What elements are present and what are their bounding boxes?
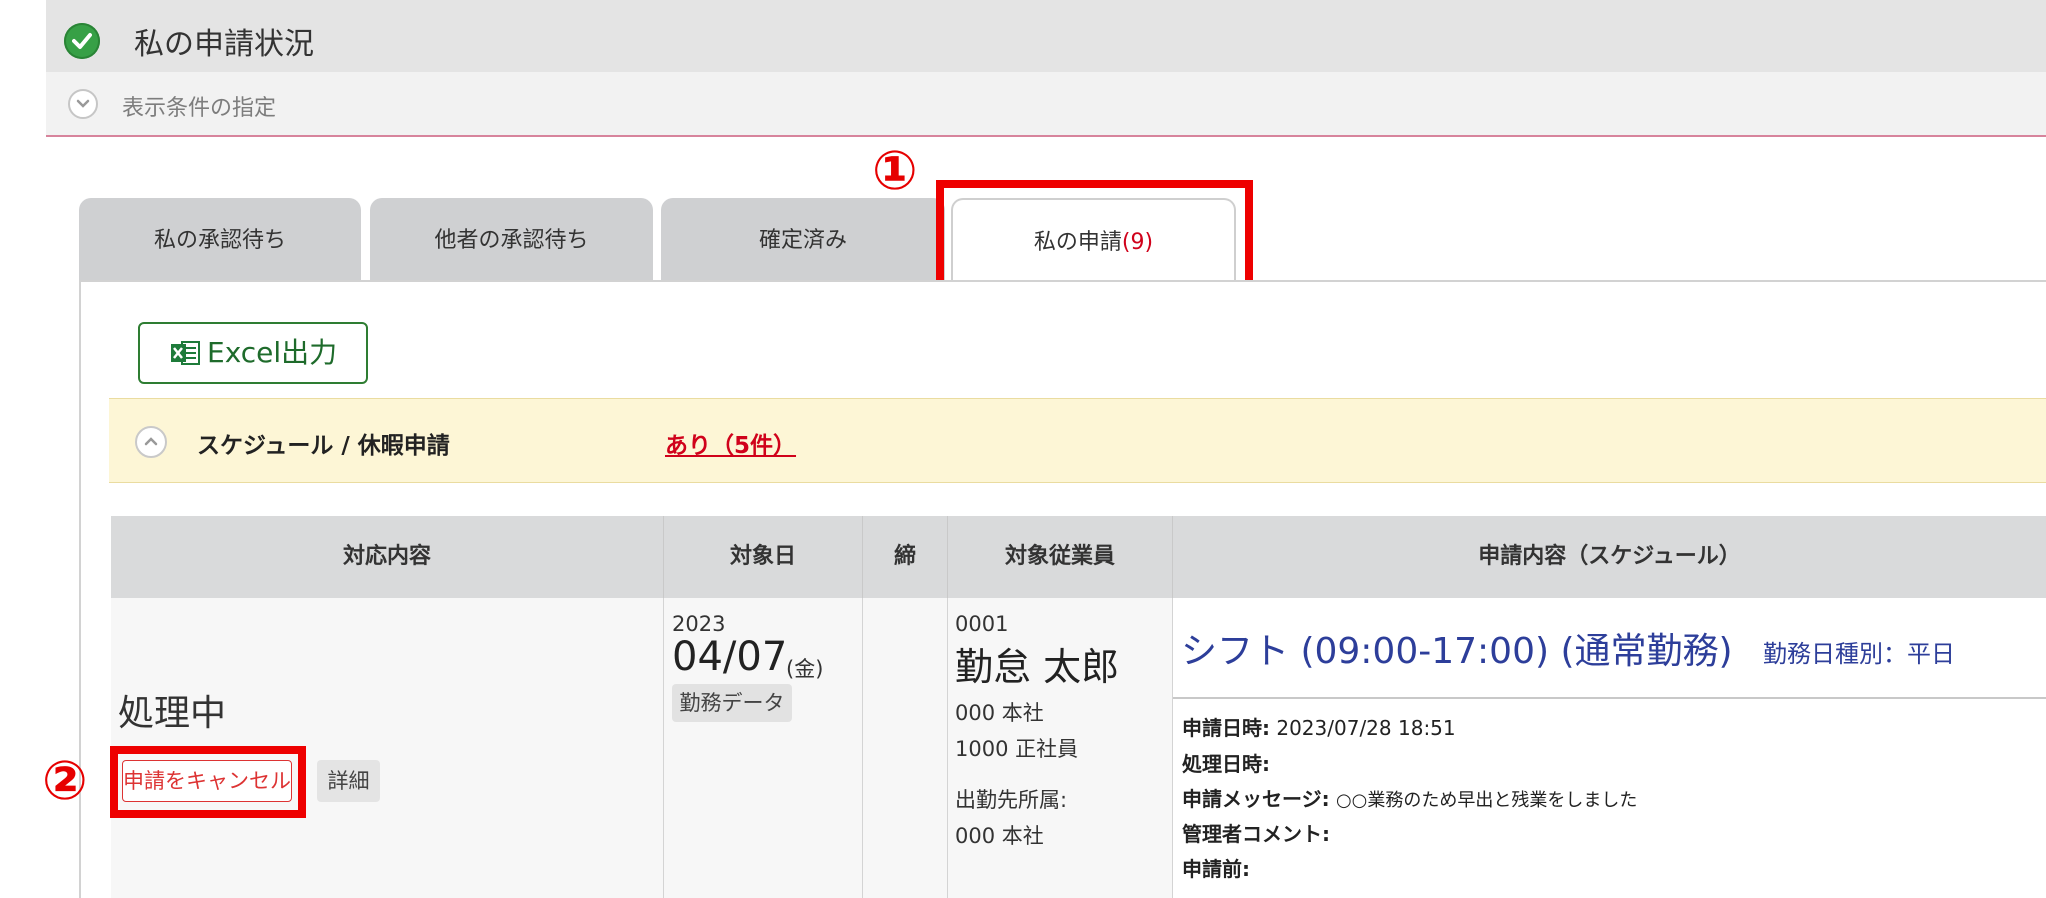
work-day-type: 勤務日種別：平日 <box>1763 640 1955 668</box>
target-date: 04/07 <box>672 634 788 680</box>
cancel-request-button[interactable]: 申請をキャンセル <box>122 760 292 802</box>
dispatch-value: 000 本社 <box>955 824 1044 848</box>
tab-label: 他者の承認待ち <box>434 228 589 253</box>
section-title: スケジュール / 休暇申請 <box>197 433 450 459</box>
section-count-link[interactable]: あり（5件） <box>665 426 796 460</box>
before-request-row: 申請前: <box>1182 853 1250 882</box>
target-year: 2023 <box>672 612 726 636</box>
column-header-target-date: 対象日 <box>664 516 863 598</box>
excel-export-button[interactable]: Excel出力 <box>138 322 368 384</box>
divider <box>1173 697 2046 699</box>
table-cell-closing <box>863 598 948 898</box>
chevron-up-icon <box>135 426 167 458</box>
tab-label: 確定済み <box>758 228 847 253</box>
employee-code: 0001 <box>955 612 1009 636</box>
tab-label: 私の承認待ち <box>153 228 286 253</box>
dispatch-label: 出勤先所属: <box>955 788 1068 812</box>
chevron-down-icon <box>68 89 98 119</box>
column-header-action: 対応内容 <box>111 516 664 598</box>
applied-value: 2023/07/28 18:51 <box>1276 716 1456 740</box>
tab-confirmed[interactable]: 確定済み <box>661 198 945 280</box>
shift-schedule: シフト (09:00-17:00) (通常勤務) <box>1181 631 1733 672</box>
schedule-section-header[interactable]: スケジュール / 休暇申請 あり（5件） <box>109 398 2046 483</box>
admin-comment-label: 管理者コメント: <box>1182 822 1330 846</box>
page-title: 私の申請状況 <box>134 27 314 62</box>
tab-my-pending-approval[interactable]: 私の承認待ち <box>79 198 361 280</box>
display-conditions-toggle[interactable]: 表示条件の指定 <box>46 72 2046 137</box>
before-label: 申請前: <box>1182 857 1250 881</box>
detail-button[interactable]: 詳細 <box>317 760 380 802</box>
column-header-closing: 締 <box>863 516 948 598</box>
message-label: 申請メッセージ: <box>1182 787 1330 811</box>
target-day-of-week: (金) <box>786 657 824 681</box>
message-value: ○○業務のため早出と残業をしました <box>1335 790 1638 811</box>
excel-icon <box>171 341 200 365</box>
processed-label: 処理日時: <box>1182 752 1270 776</box>
request-status: 処理中 <box>118 693 227 734</box>
employee-department: 000 本社 <box>955 701 1044 725</box>
work-data-button[interactable]: 勤務データ <box>672 684 792 722</box>
request-message-row: 申請メッセージ: ○○業務のため早出と残業をしました <box>1182 783 1637 812</box>
check-circle-icon <box>64 23 100 59</box>
column-header-employee: 対象従業員 <box>948 516 1173 598</box>
callout-1: ① <box>872 139 918 202</box>
column-header-request-content: 申請内容（スケジュール） <box>1173 516 2046 598</box>
tab-others-pending-approval[interactable]: 他者の承認待ち <box>370 198 653 280</box>
employee-position: 1000 正社員 <box>955 737 1079 761</box>
applied-label: 申請日時: <box>1182 716 1270 740</box>
employee-name: 勤怠 太郎 <box>955 645 1120 689</box>
page-header: 私の申請状況 <box>46 0 2046 72</box>
display-conditions-label: 表示条件の指定 <box>122 96 277 121</box>
applied-datetime-row: 申請日時: 2023/07/28 18:51 <box>1182 712 1456 741</box>
callout-2: ② <box>42 749 88 812</box>
excel-export-label: Excel出力 <box>207 336 338 369</box>
processed-datetime-row: 処理日時: <box>1182 748 1270 777</box>
admin-comment-row: 管理者コメント: <box>1182 818 1330 847</box>
